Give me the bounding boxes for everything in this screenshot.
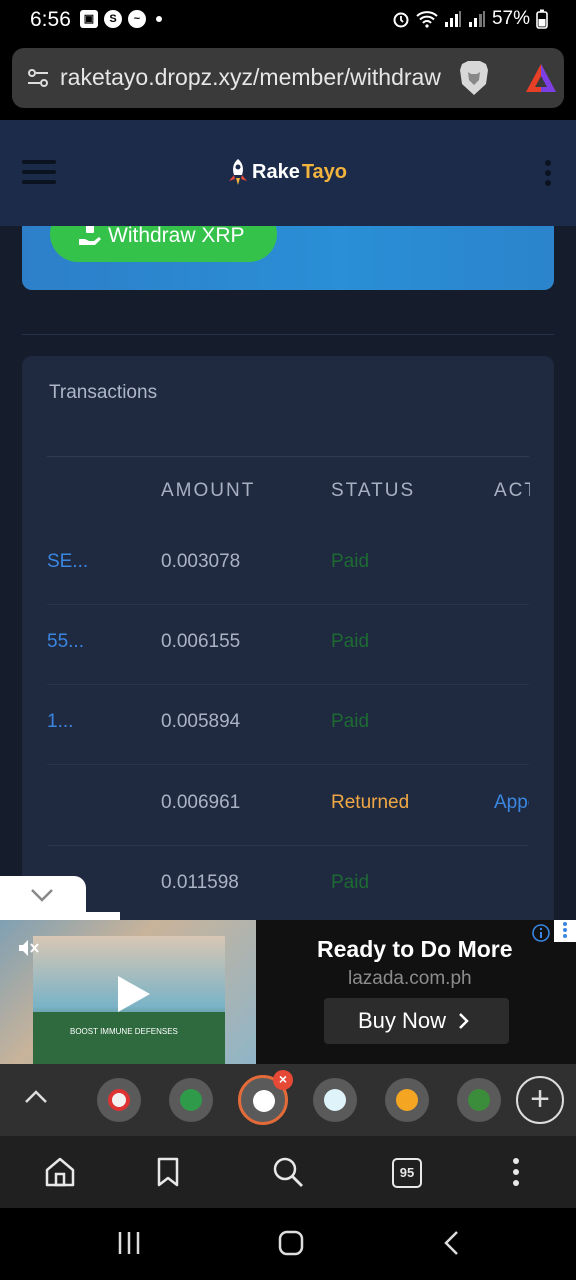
ad-collapse-tab[interactable] <box>0 876 86 920</box>
status-cell: Paid <box>331 631 370 652</box>
logo-text-rake: Rake <box>252 160 300 183</box>
column-header-amount[interactable]: AMOUNT <box>161 480 255 502</box>
transactions-card: Transactions AMOUNT STATUS ACTION SE... … <box>22 356 554 920</box>
tab-thumbnail[interactable] <box>385 1078 429 1122</box>
withdraw-label: Withdraw XRP <box>108 226 245 247</box>
amount-cell: 0.011598 <box>161 872 239 893</box>
status-cell: Paid <box>331 551 370 572</box>
skype-icon: S <box>104 10 122 28</box>
amount-cell: 0.003078 <box>161 551 241 572</box>
play-icon[interactable] <box>112 974 152 1014</box>
back-icon[interactable] <box>442 1230 462 1256</box>
chevron-right-icon <box>459 1013 469 1029</box>
more-notifications-dot <box>156 16 162 22</box>
appeal-link[interactable]: Appeal <box>494 792 529 814</box>
tab-thumbnail[interactable] <box>457 1078 501 1122</box>
tab-favicon <box>108 1089 130 1111</box>
alarm-icon <box>393 12 409 28</box>
tab-thumbnail[interactable] <box>97 1078 141 1122</box>
wifi-icon <box>416 11 438 28</box>
page-content: Withdraw XRP Transactions AMOUNT STATUS … <box>0 226 576 920</box>
ad-banner[interactable]: BOOST IMMUNE DEFENSES Ready to Do More l… <box>0 920 576 1064</box>
system-icons: 57% <box>392 8 548 30</box>
column-header-action[interactable]: ACTION <box>494 480 530 502</box>
browser-toolbar: raketayo.dropz.xyz/member/withdraw <box>0 42 576 120</box>
tab-favicon <box>396 1089 418 1111</box>
brave-shields-icon[interactable] <box>458 60 490 96</box>
notification-icons: ▣ S ~ <box>80 10 162 28</box>
amount-cell: 0.006155 <box>161 631 241 652</box>
tab-strip: × + <box>0 1064 576 1136</box>
section-divider <box>22 334 554 335</box>
tab-thumbnail-active[interactable]: × <box>238 1070 293 1125</box>
status-cell: Paid <box>331 711 370 732</box>
tab-thumbnail[interactable] <box>169 1078 213 1122</box>
tab-favicon <box>324 1089 346 1111</box>
table-row: 0.006961 Returned Appeal <box>47 766 529 846</box>
home-nav-icon[interactable] <box>278 1230 304 1256</box>
logo-text-tayo: Tayo <box>301 160 348 183</box>
battery-percent: 57% <box>491 8 530 29</box>
status-cell: Returned <box>331 792 410 813</box>
battery-icon <box>536 9 548 29</box>
messenger-icon: ~ <box>128 10 146 28</box>
ad-domain: lazada.com.ph <box>348 968 472 989</box>
tab-count-button[interactable]: 95 <box>392 1158 422 1188</box>
mute-icon[interactable] <box>16 936 40 960</box>
ad-video[interactable]: BOOST IMMUNE DEFENSES <box>0 920 256 1064</box>
status-cell: Paid <box>331 872 370 893</box>
tab-thumbnail[interactable] <box>313 1078 357 1122</box>
site-header: Rake Tayo <box>0 120 576 226</box>
transaction-id-link[interactable]: SE... <box>47 551 88 573</box>
hand-money-icon <box>79 226 101 245</box>
search-icon[interactable] <box>272 1156 304 1188</box>
rocket-logo-icon <box>229 159 247 185</box>
url-text[interactable]: raketayo.dropz.xyz/member/withdraw <box>60 64 444 91</box>
ad-info-icon[interactable] <box>532 924 550 942</box>
signal-icon-2 <box>468 11 485 27</box>
table-row: SE... 0.003078 Paid <box>47 525 529 605</box>
menu-dots-icon[interactable] <box>500 1156 532 1188</box>
signal-icon <box>444 11 461 27</box>
menu-icon[interactable] <box>22 160 56 186</box>
ad-video-caption: BOOST IMMUNE DEFENSES <box>70 1027 178 1036</box>
wallet-banner: Withdraw XRP <box>22 226 554 290</box>
amount-cell: 0.005894 <box>161 711 241 732</box>
transaction-id-link[interactable]: 1... <box>47 711 73 733</box>
site-logo[interactable]: Rake Tayo <box>226 158 347 186</box>
bookmark-icon[interactable] <box>152 1156 184 1188</box>
ad-title[interactable]: Ready to Do More <box>317 936 513 963</box>
tab-favicon <box>253 1090 275 1112</box>
chevron-up-icon[interactable] <box>24 1088 48 1104</box>
recent-apps-icon[interactable] <box>116 1230 142 1256</box>
system-nav-bar <box>0 1208 576 1280</box>
gallery-icon: ▣ <box>80 10 98 28</box>
transactions-title: Transactions <box>49 382 158 403</box>
ad-options-icon[interactable] <box>554 920 576 942</box>
tab-favicon <box>468 1089 490 1111</box>
home-icon[interactable] <box>44 1156 76 1188</box>
withdraw-xrp-button[interactable]: Withdraw XRP <box>50 226 277 262</box>
brave-rewards-icon[interactable] <box>524 62 558 94</box>
close-tab-icon[interactable]: × <box>273 1070 293 1090</box>
amount-cell: 0.006961 <box>161 792 241 813</box>
site-settings-icon[interactable] <box>26 66 50 90</box>
buy-now-button[interactable]: Buy Now <box>324 998 509 1044</box>
clock: 6:56 <box>30 8 71 31</box>
status-bar: 6:56 ▣ S ~ 57% <box>0 0 576 42</box>
table-row: 55... 0.006155 Paid <box>47 605 529 685</box>
table-row: 0.011598 Paid <box>47 846 529 920</box>
column-header-status[interactable]: STATUS <box>331 480 415 502</box>
table-row: 1... 0.005894 Paid <box>47 685 529 765</box>
new-tab-button[interactable]: + <box>516 1076 564 1124</box>
transaction-id-link[interactable]: 55... <box>47 631 84 653</box>
buy-now-label: Buy Now <box>358 1008 447 1033</box>
ad-text: Ready to Do More lazada.com.ph Buy Now <box>256 920 576 1064</box>
tab-favicon <box>180 1089 202 1111</box>
header-divider <box>47 456 529 457</box>
more-options-icon[interactable] <box>545 160 553 188</box>
chevron-down-icon <box>31 889 53 902</box>
address-bar[interactable]: raketayo.dropz.xyz/member/withdraw <box>12 48 564 108</box>
browser-bottom-bar: 95 <box>0 1136 576 1208</box>
